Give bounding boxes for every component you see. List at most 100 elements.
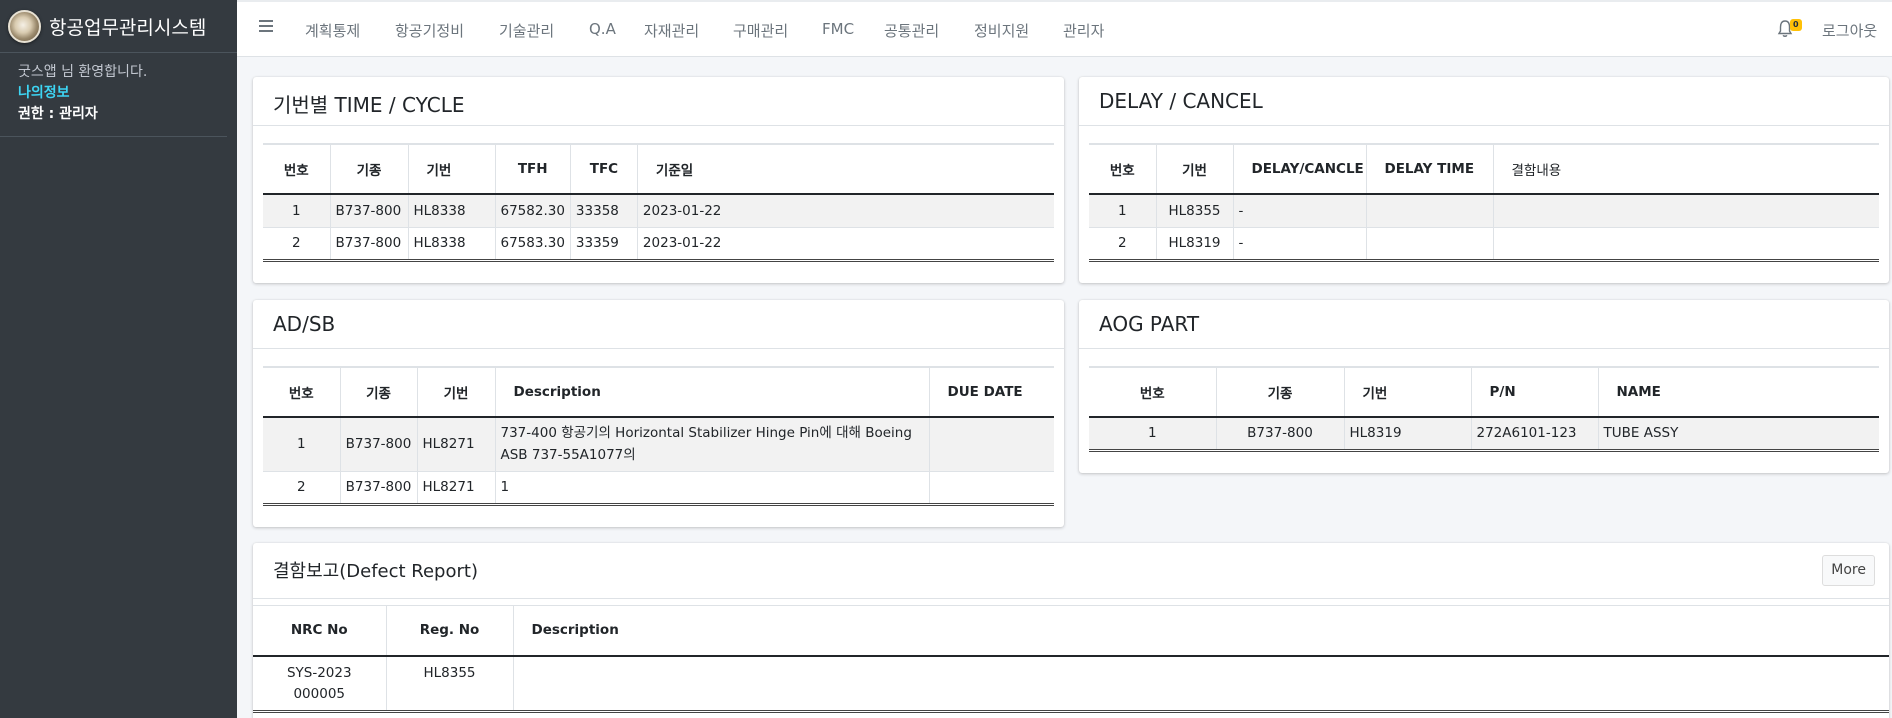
table-cell: B737-800: [1216, 417, 1345, 452]
col-header: 기번: [408, 144, 496, 195]
col-header: P/N: [1471, 367, 1599, 418]
sidebar: 항공업무관리시스템 굿스앱 님 환영합니다. 나의정보 권한 : 관리자: [0, 0, 237, 718]
table-cell: -: [1233, 194, 1367, 228]
table-cell: 2023-01-22: [637, 227, 1054, 262]
nav-item-qa[interactable]: Q.A: [589, 20, 616, 38]
table-cell: HL8355: [386, 655, 514, 713]
table-cell: HL8319: [1156, 227, 1234, 262]
table-row[interactable]: 1 B737-800 HL8338 67582.30 33358 2023-01…: [263, 194, 1054, 228]
top-navbar: 계획통제 항공기정비 기술관리 Q.A 자재관리 구매관리 FMC 공통관리 정…: [237, 0, 1892, 57]
col-header: NRC No: [253, 605, 387, 657]
card-title: 결함보고(Defect Report): [253, 543, 1889, 599]
nav-item-plan-control[interactable]: 계획통제: [305, 20, 360, 41]
col-header: 번호: [1089, 144, 1157, 195]
col-header: TFC: [570, 144, 638, 195]
table-cell: 2: [263, 471, 341, 506]
table-cell: HL8338: [408, 194, 496, 228]
more-button[interactable]: More: [1822, 555, 1875, 586]
col-header: DELAY TIME: [1366, 144, 1494, 195]
col-header: 기번: [1156, 144, 1234, 195]
time-cycle-table: 번호 기종 기번 TFH TFC 기준일 1 B737-800 HL8338 6…: [263, 143, 1054, 262]
time-cycle-card: 기번별 TIME / CYCLE 번호 기종 기번 TFH TFC 기준일 1 …: [253, 77, 1064, 283]
nav-item-admin[interactable]: 관리자: [1063, 20, 1104, 41]
nav-item-aircraft-maintenance[interactable]: 항공기정비: [395, 20, 464, 41]
col-header: 기번: [417, 367, 496, 418]
table-cell: [513, 655, 1889, 713]
table-row[interactable]: 1 HL8355 -: [1089, 194, 1879, 228]
my-info-link[interactable]: 나의정보: [18, 83, 209, 104]
table-cell: 33358: [570, 194, 638, 228]
table-cell: 67582.30: [495, 194, 571, 228]
nav-item-common-management[interactable]: 공통관리: [884, 20, 939, 41]
col-header: 기준일: [637, 144, 1054, 195]
defect-report-table: NRC No Reg. No Description SYS-202300000…: [253, 605, 1889, 713]
table-cell: HL8319: [1344, 417, 1472, 452]
col-header: 번호: [1089, 367, 1217, 418]
nav-item-maintenance-support[interactable]: 정비지원: [974, 20, 1029, 41]
table-cell: 33359: [570, 227, 638, 262]
table-cell: 2: [263, 227, 331, 262]
role-text: 권한 : 관리자: [18, 106, 98, 122]
brand-link[interactable]: 항공업무관리시스템: [0, 0, 237, 53]
nav-item-fmc[interactable]: FMC: [822, 20, 854, 38]
card-title: DELAY / CANCEL: [1079, 77, 1889, 126]
hamburger-menu-icon[interactable]: [259, 20, 273, 34]
aog-part-table: 번호 기종 기번 P/N NAME 1 B737-800 HL8319 272A…: [1089, 366, 1879, 452]
col-header: TFH: [495, 144, 571, 195]
card-title: AD/SB: [253, 300, 1064, 349]
table-cell: 1: [1089, 194, 1157, 228]
col-header: Description: [513, 605, 1889, 657]
table-cell: 2023-01-22: [637, 194, 1054, 228]
table-cell: [929, 471, 1054, 506]
delay-cancel-table: 번호 기번 DELAY/CANCLE DELAY TIME 결함내용 1 HL8…: [1089, 143, 1879, 262]
table-row[interactable]: 1 B737-800 HL8271 737-400 항공기의 Horizonta…: [263, 417, 1054, 472]
table-cell: B737-800: [330, 227, 409, 262]
col-header: DELAY/CANCLE: [1233, 144, 1367, 195]
table-cell: TUBE ASSY: [1598, 417, 1879, 452]
nav-item-purchase-management[interactable]: 구매관리: [733, 20, 788, 41]
table-row[interactable]: 2 B737-800 HL8271 1: [263, 471, 1054, 506]
table-row[interactable]: 2 HL8319 -: [1089, 227, 1879, 262]
notification-badge: 0: [1790, 19, 1802, 31]
logout-link[interactable]: 로그아웃: [1822, 20, 1877, 41]
defect-report-card: 결함보고(Defect Report) More NRC No Reg. No …: [253, 543, 1889, 718]
table-cell: HL8271: [417, 471, 496, 506]
table-cell: 1: [1089, 417, 1217, 452]
adsb-table: 번호 기종 기번 Description DUE DATE 1 B737-800…: [263, 366, 1054, 506]
table-cell: [1493, 227, 1879, 262]
col-header: 번호: [263, 367, 341, 418]
col-header: 기종: [330, 144, 409, 195]
table-cell: 1: [263, 194, 331, 228]
aog-part-card: AOG PART 번호 기종 기번 P/N NAME 1 B737-800 HL…: [1079, 300, 1889, 473]
table-cell: HL8355: [1156, 194, 1234, 228]
table-cell: B737-800: [340, 417, 418, 472]
table-cell: B737-800: [340, 471, 418, 506]
table-cell: -: [1233, 227, 1367, 262]
card-title: AOG PART: [1079, 300, 1889, 349]
table-cell: B737-800: [330, 194, 409, 228]
table-cell: HL8338: [408, 227, 496, 262]
card-title: 기번별 TIME / CYCLE: [253, 77, 1064, 126]
nav-item-tech-management[interactable]: 기술관리: [499, 20, 554, 41]
table-cell: [929, 417, 1054, 472]
welcome-text: 굿스앱 님 환영합니다.: [18, 64, 148, 80]
table-row[interactable]: SYS-2023000005 HL8355: [253, 655, 1889, 713]
table-row[interactable]: 1 B737-800 HL8319 272A6101-123 TUBE ASSY: [1089, 417, 1879, 452]
app-title: 항공업무관리시스템: [49, 16, 207, 39]
col-header: 기번: [1344, 367, 1472, 418]
table-cell: [1366, 227, 1494, 262]
nav-item-material-management[interactable]: 자재관리: [644, 20, 699, 41]
table-cell: 272A6101-123: [1471, 417, 1599, 452]
col-header: 결함내용: [1493, 144, 1879, 195]
table-row[interactable]: 2 B737-800 HL8338 67583.30 33359 2023-01…: [263, 227, 1054, 262]
col-header: Description: [495, 367, 930, 418]
adsb-card: AD/SB 번호 기종 기번 Description DUE DATE 1 B7…: [253, 300, 1064, 527]
brand-logo: [8, 9, 41, 43]
table-cell: 67583.30: [495, 227, 571, 262]
table-cell: [1366, 194, 1494, 228]
table-cell: [1493, 194, 1879, 228]
col-header: Reg. No: [386, 605, 514, 657]
user-panel: 굿스앱 님 환영합니다. 나의정보 권한 : 관리자: [0, 53, 227, 137]
col-header: 번호: [263, 144, 331, 195]
table-cell: HL8271: [417, 417, 496, 472]
